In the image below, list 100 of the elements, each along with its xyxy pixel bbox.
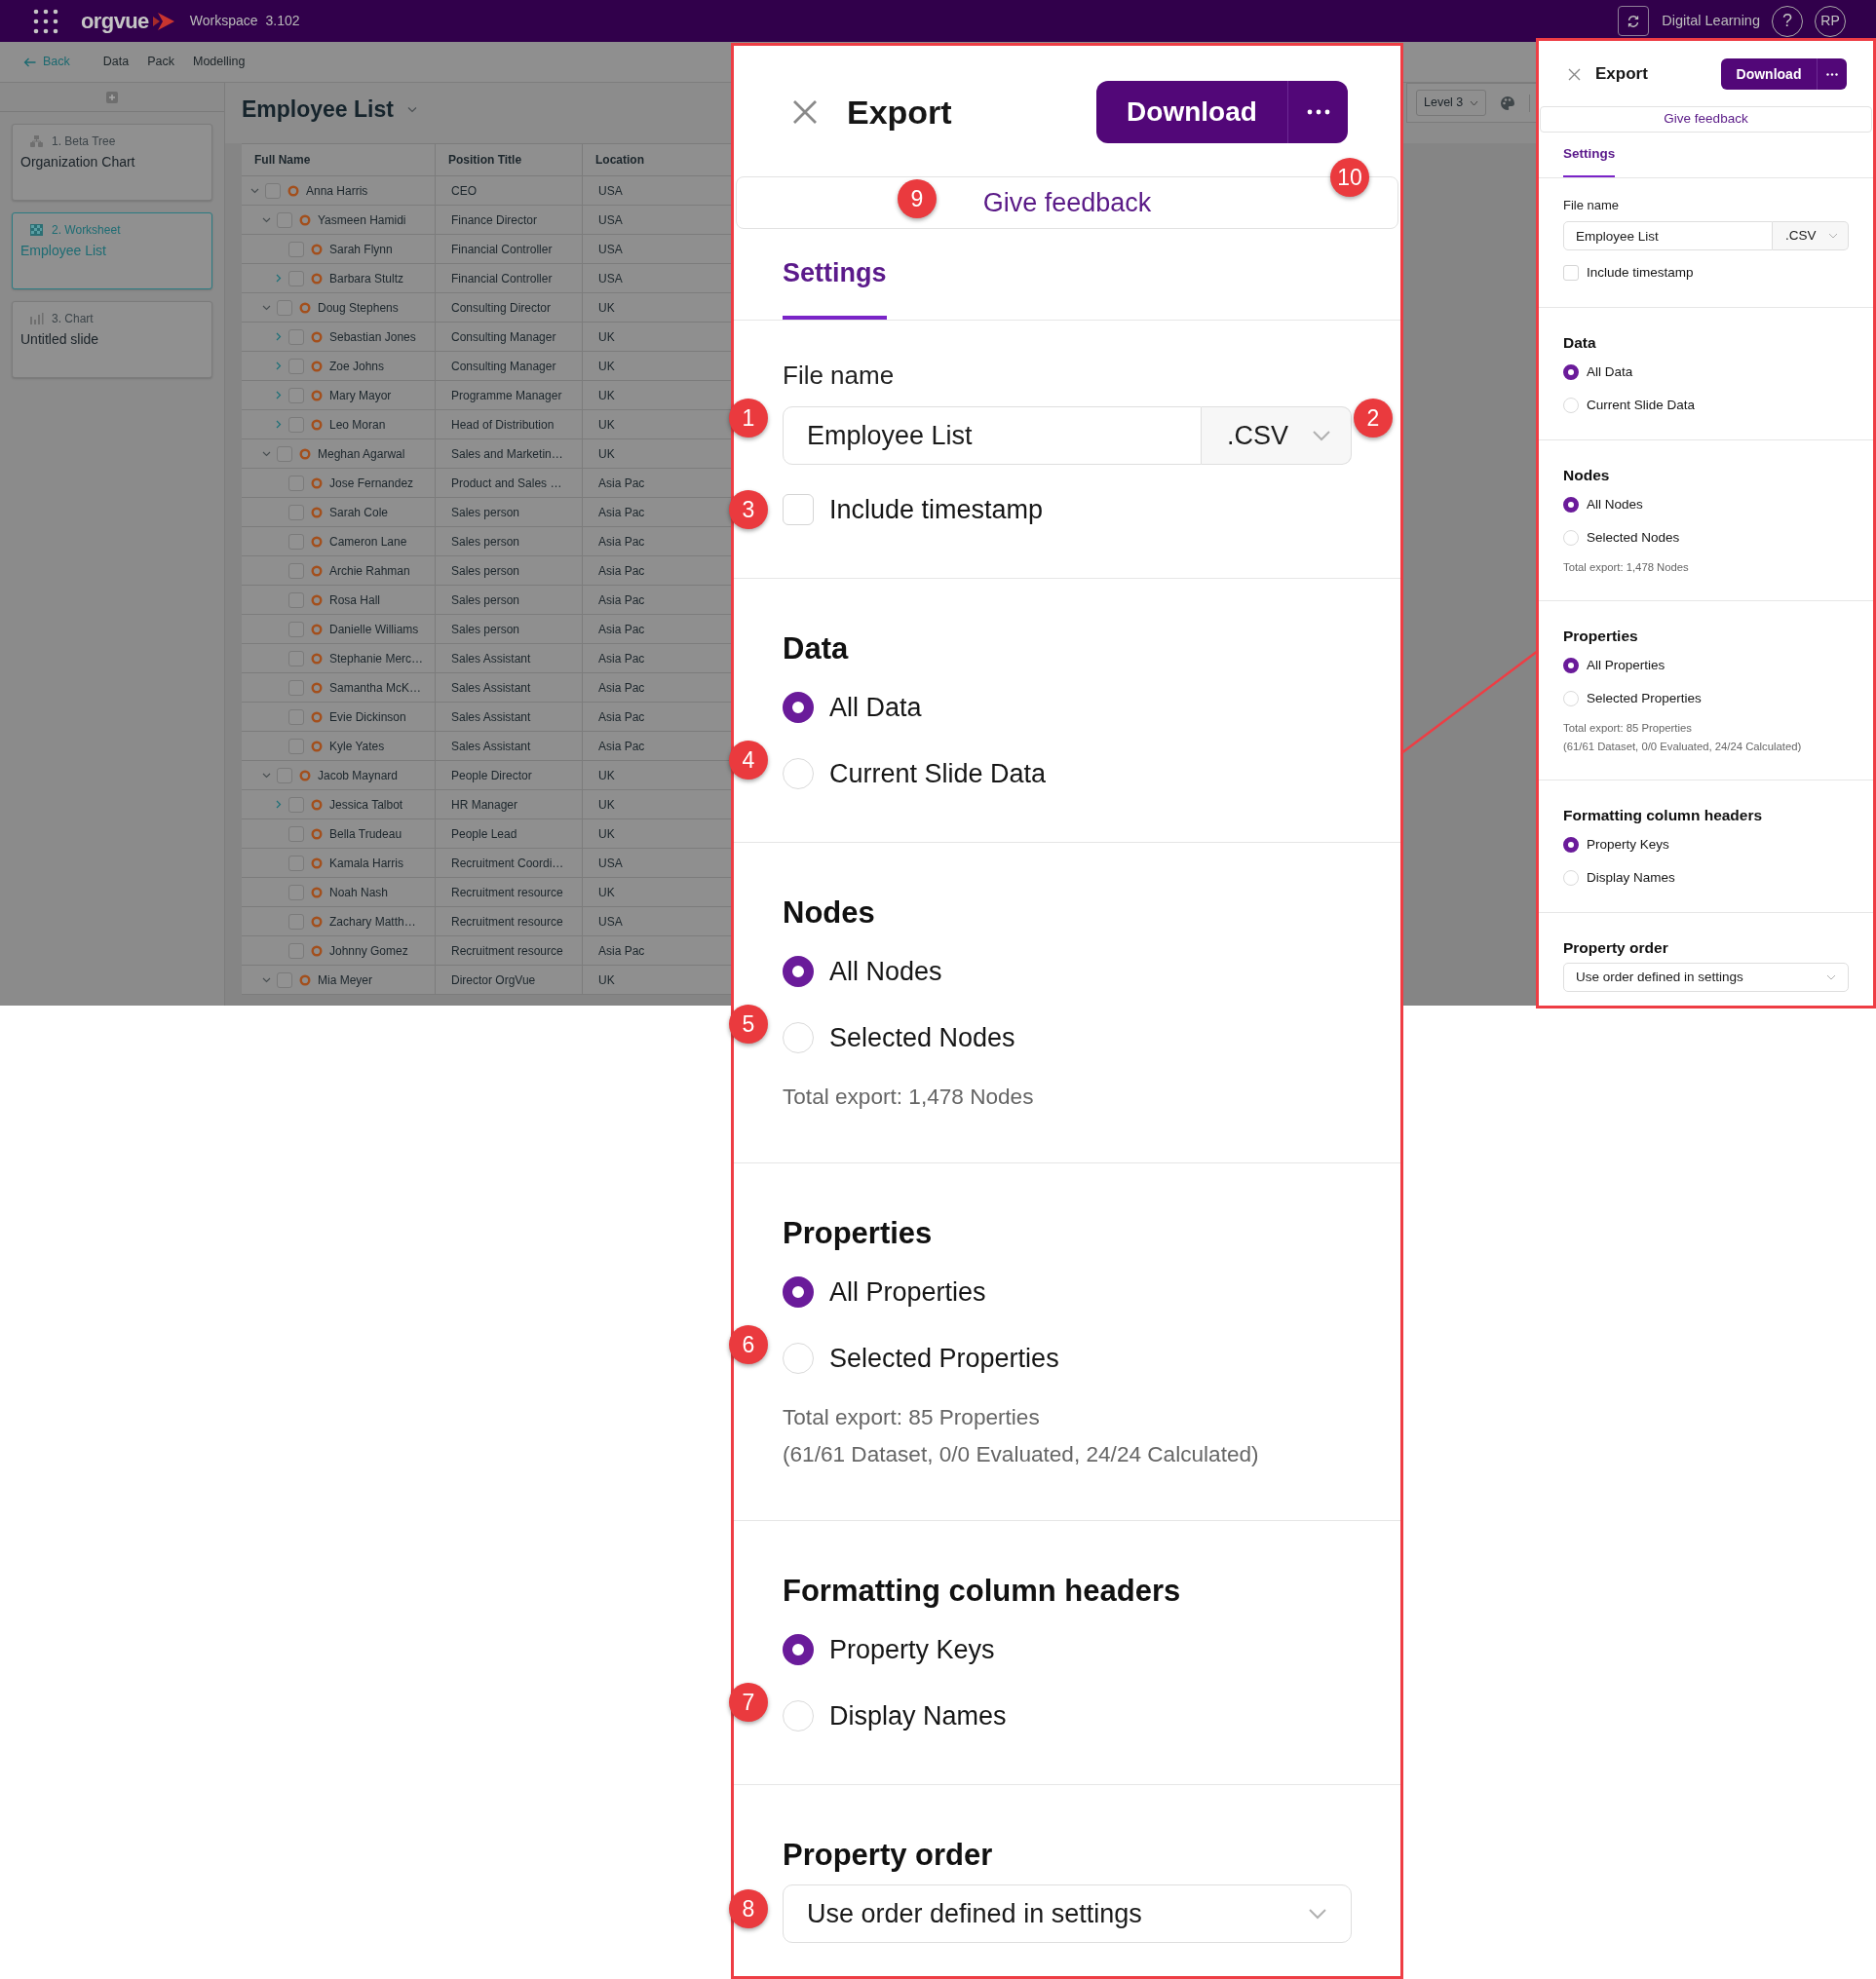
nav-link[interactable]: Data (102, 53, 130, 71)
chevron-down-icon[interactable] (249, 186, 259, 195)
apps-grid-icon[interactable] (33, 8, 58, 34)
node-ring-icon (311, 476, 323, 489)
radio-button[interactable] (1563, 364, 1579, 380)
row-checkbox[interactable] (288, 942, 304, 959)
employee-name: Sebastian Jones (329, 328, 416, 346)
row-checkbox[interactable] (288, 358, 304, 374)
table-cell: Sales Assistant (436, 644, 583, 672)
row-checkbox[interactable] (277, 445, 292, 462)
download-button[interactable]: Download (1096, 81, 1287, 143)
timestamp-checkbox[interactable] (1563, 265, 1579, 281)
row-checkbox[interactable] (288, 650, 304, 666)
feedback-button[interactable]: Give feedback (1540, 106, 1872, 133)
more-options-button[interactable] (1817, 58, 1847, 90)
nav-link[interactable]: Pack (147, 53, 174, 71)
chevron-down-icon[interactable] (261, 215, 271, 224)
section-title: Formatting column headers (783, 1573, 1182, 1610)
row-checkbox[interactable] (288, 825, 304, 842)
property-order-select[interactable]: Use order defined in settings (1563, 963, 1849, 992)
employee-name: Yasmeen Hamidi (318, 211, 406, 229)
table-cell: People Director (436, 761, 583, 789)
file-name-input[interactable]: Employee List (783, 406, 1202, 465)
row-checkbox[interactable] (288, 533, 304, 550)
format-select[interactable]: .CSV (1202, 406, 1352, 465)
step-marker: 8 (729, 1889, 768, 1928)
employee-name: Evie Dickinson (329, 708, 406, 726)
format-select[interactable]: .CSV (1773, 221, 1849, 250)
radio-button[interactable] (1563, 497, 1579, 513)
chevron-down-icon[interactable] (261, 303, 271, 312)
row-checkbox[interactable] (288, 387, 304, 403)
row-checkbox[interactable] (288, 738, 304, 754)
employee-name: Cameron Lane (329, 533, 407, 551)
palette-icon[interactable] (1500, 95, 1516, 111)
node-ring-icon (311, 330, 323, 343)
download-button[interactable]: Download (1721, 58, 1817, 90)
radio-button[interactable] (1563, 658, 1579, 673)
row-checkbox[interactable] (288, 679, 304, 696)
more-options-button[interactable] (1287, 81, 1348, 143)
table-cell: Recruitment resource (436, 936, 583, 965)
radio-button[interactable] (783, 692, 814, 723)
panel-tab[interactable]: Settings (1563, 145, 1616, 177)
row-checkbox[interactable] (288, 855, 304, 871)
property-order-select[interactable]: Use order defined in settings (783, 1884, 1352, 1943)
row-checkbox[interactable] (265, 182, 281, 199)
panel-tab[interactable]: Settings (783, 256, 887, 320)
row-checkbox[interactable] (288, 504, 304, 520)
employee-name: Kamala Harris (329, 855, 404, 872)
caret-down-icon[interactable] (406, 106, 417, 113)
row-checkbox[interactable] (288, 562, 304, 579)
row-checkbox[interactable] (288, 328, 304, 345)
timestamp-checkbox[interactable] (783, 494, 814, 525)
row-checkbox[interactable] (288, 270, 304, 286)
radio-button[interactable] (783, 1276, 814, 1308)
table-cell: Director OrgVue (436, 966, 583, 994)
nav-link[interactable]: Modelling (193, 53, 246, 71)
row-checkbox[interactable] (288, 708, 304, 725)
node-ring-icon (311, 593, 323, 606)
arrow-left-icon (23, 57, 36, 67)
plus-square-icon[interactable] (106, 91, 118, 103)
table-cell: Consulting Manager (436, 352, 583, 380)
export-summary: Total export: 85 Properties (61/61 Dataset, 0/0 Evaluated, 24/24 Calculated) (1563, 721, 1803, 754)
slide-title: Organization Chart (20, 154, 136, 171)
node-ring-icon (299, 213, 311, 226)
employee-name: Mia Meyer (318, 971, 372, 989)
org-chart-icon (29, 134, 44, 148)
chevron-down-icon (1470, 99, 1479, 106)
chevron-down-icon[interactable] (261, 975, 271, 984)
radio-button[interactable] (1563, 837, 1579, 853)
row-checkbox[interactable] (288, 796, 304, 813)
chevron-down-icon[interactable] (261, 771, 271, 780)
slide-card[interactable]: 3. Chart Untitled slide (12, 301, 212, 378)
node-ring-icon (299, 301, 311, 314)
close-icon[interactable] (792, 99, 818, 125)
row-checkbox[interactable] (277, 767, 292, 783)
table-cell: Sales person (436, 615, 583, 643)
close-icon[interactable] (1568, 67, 1581, 81)
row-checkbox[interactable] (288, 241, 304, 257)
node-ring-icon (311, 681, 323, 694)
row-checkbox[interactable] (288, 884, 304, 900)
radio-label: Selected Nodes (1587, 528, 1680, 547)
chevron-down-icon (1308, 1908, 1327, 1920)
radio-label: All Properties (1587, 656, 1665, 674)
row-checkbox[interactable] (288, 913, 304, 930)
refresh-button[interactable] (1618, 6, 1650, 36)
file-name-input[interactable]: Employee List (1563, 221, 1773, 250)
employee-name: Stephanie Merc… (329, 650, 424, 667)
row-checkbox[interactable] (288, 591, 304, 608)
row-checkbox[interactable] (288, 416, 304, 433)
row-checkbox[interactable] (277, 211, 292, 228)
row-checkbox[interactable] (277, 971, 292, 988)
radio-button[interactable] (783, 956, 814, 987)
chevron-down-icon[interactable] (261, 449, 271, 458)
row-checkbox[interactable] (288, 621, 304, 637)
radio-button[interactable] (783, 1634, 814, 1665)
level-select[interactable]: Level 3 (1416, 90, 1487, 116)
radio-label: All Data (1587, 362, 1633, 381)
row-checkbox[interactable] (277, 299, 292, 316)
row-checkbox[interactable] (288, 475, 304, 491)
slide-card[interactable]: 1. Beta Tree Organization Chart (12, 124, 212, 201)
